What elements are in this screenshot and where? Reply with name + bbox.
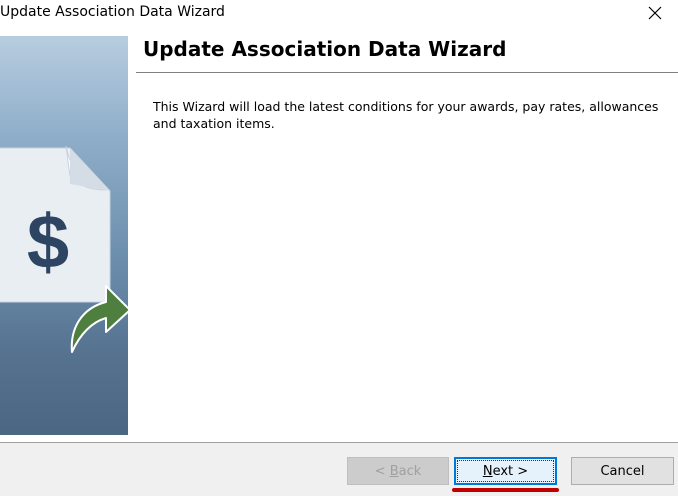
wizard-window: Update Association Data Wizard $ Update … [0,0,678,496]
header-divider [136,72,678,73]
close-icon [648,6,662,20]
wizard-banner: $ [0,36,128,435]
highlight-underline [452,488,559,492]
window-title: Update Association Data Wizard [0,4,225,20]
next-button-label: Next > [482,463,529,479]
cancel-button[interactable]: Cancel [571,457,674,485]
title-bar: Update Association Data Wizard [0,0,678,26]
wizard-description: This Wizard will load the latest conditi… [153,99,659,131]
next-button[interactable]: Next > [454,457,557,485]
back-button[interactable]: < Back [347,457,449,485]
curved-arrow-icon [70,285,128,353]
page-title: Update Association Data Wizard [143,37,507,61]
close-button[interactable] [632,0,678,26]
back-button-label: < Back [374,463,422,479]
